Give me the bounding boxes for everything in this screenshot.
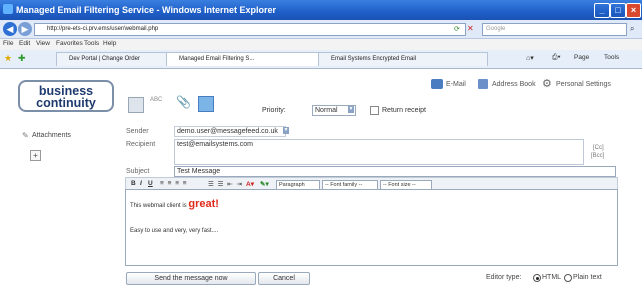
paperclip-icon[interactable]: 📎 bbox=[176, 95, 191, 109]
menu-view[interactable]: View bbox=[36, 40, 50, 47]
sender-label: Sender bbox=[126, 128, 149, 135]
priority-label: Priority: bbox=[262, 107, 286, 114]
menu-bar: File Edit View Favorites Tools Help bbox=[0, 39, 642, 50]
address-book-link[interactable]: Address Book bbox=[492, 81, 536, 88]
html-radio[interactable] bbox=[533, 274, 541, 282]
url-field[interactable]: http://pre-ets-ci.prv.ems/user/webmail.p… bbox=[34, 23, 466, 36]
window-title: Managed Email Filtering Service - Window… bbox=[16, 5, 276, 15]
chevron-down-icon[interactable]: ▼ bbox=[283, 127, 289, 134]
forward-button[interactable]: ▶ bbox=[18, 22, 32, 36]
window-titlebar: Managed Email Filtering Service - Window… bbox=[0, 0, 642, 20]
refresh-icon[interactable]: ⟳ bbox=[454, 25, 460, 33]
stop-icon[interactable]: ✕ bbox=[467, 24, 474, 33]
menu-help[interactable]: Help bbox=[103, 40, 116, 47]
close-button[interactable]: × bbox=[626, 3, 641, 18]
email-icon[interactable] bbox=[431, 79, 443, 89]
underline-button[interactable]: U bbox=[148, 180, 153, 187]
menu-file[interactable]: File bbox=[3, 40, 13, 47]
print-icon[interactable]: ⎙▾ bbox=[552, 54, 561, 62]
ie-app-icon bbox=[3, 4, 13, 14]
recipient-field[interactable]: test@emailsystems.com bbox=[174, 139, 584, 165]
spellcheck-icon[interactable]: ABC bbox=[150, 97, 162, 103]
personal-settings-link[interactable]: Personal Settings bbox=[556, 81, 611, 88]
plain-text-radio[interactable] bbox=[564, 274, 572, 282]
address-book-icon[interactable] bbox=[478, 79, 488, 89]
menu-favorites[interactable]: Favorites bbox=[56, 40, 83, 47]
address-bar: ◀ ▶ http://pre-ets-ci.prv.ems/user/webma… bbox=[0, 20, 642, 39]
search-icon[interactable]: ⌕ bbox=[630, 24, 634, 34]
business-continuity-logo: business continuity bbox=[18, 80, 114, 112]
highlight-icon[interactable]: ✎▾ bbox=[260, 180, 269, 188]
home-icon[interactable]: ⌂▾ bbox=[526, 54, 534, 62]
editor-emphasis: great! bbox=[188, 198, 219, 210]
send-button[interactable]: Send the message now bbox=[126, 272, 256, 285]
plain-text-option-label: Plain text bbox=[573, 274, 602, 281]
logo-line2: continuity bbox=[36, 96, 96, 110]
recipient-value: test@emailsystems.com bbox=[177, 141, 253, 148]
search-field[interactable]: Google bbox=[482, 23, 627, 36]
cc-link[interactable]: [Cc] bbox=[593, 145, 604, 151]
add-favorite-icon[interactable]: ✚ bbox=[18, 53, 26, 64]
sender-select[interactable]: demo.user@messagefeed.co.uk bbox=[174, 126, 286, 137]
subject-field[interactable]: Test Message bbox=[174, 166, 616, 177]
html-option-label: HTML bbox=[542, 274, 562, 281]
text-color-icon[interactable]: A▾ bbox=[246, 180, 254, 188]
attachments-label: Attachments bbox=[32, 132, 71, 139]
editor-line2: Easy to use and very, very fast.... bbox=[130, 228, 219, 234]
return-receipt-label: Return receipt bbox=[382, 107, 426, 114]
chevron-down-icon[interactable]: ▼ bbox=[348, 106, 354, 113]
alignment-icons[interactable]: ≡ ≡ ≡ ≡ bbox=[160, 180, 188, 187]
back-button[interactable]: ◀ bbox=[3, 22, 17, 36]
gear-icon[interactable]: ⚙ bbox=[542, 77, 552, 90]
bcc-link[interactable]: [Bcc] bbox=[591, 153, 604, 159]
editor-type-label: Editor type: bbox=[486, 274, 522, 281]
cancel-button[interactable]: Cancel bbox=[258, 272, 310, 285]
maximize-button[interactable]: □ bbox=[610, 3, 626, 18]
menu-edit[interactable]: Edit bbox=[19, 40, 30, 47]
tools-menu[interactable]: Tools bbox=[604, 54, 619, 61]
tab-dev-portal[interactable]: Dev Portal | Change Order bbox=[56, 52, 176, 66]
recipient-label: Recipient bbox=[126, 141, 156, 148]
favorites-star-icon[interactable]: ★ bbox=[4, 53, 12, 64]
menu-tools[interactable]: Tools bbox=[84, 40, 99, 47]
list-icons[interactable]: ☰ ☰ ⇤ ⇥ bbox=[208, 180, 243, 188]
attachment-clip-icon: ✎ bbox=[22, 131, 29, 140]
save-draft-icon[interactable] bbox=[128, 97, 144, 113]
italic-button[interactable]: I bbox=[140, 180, 142, 187]
tab-bar: ★ ✚ Dev Portal | Change Order Managed Em… bbox=[0, 50, 642, 69]
editor-line1-text: This webmail client is bbox=[130, 203, 189, 209]
add-attachment-button[interactable]: + bbox=[30, 150, 41, 161]
page-menu[interactable]: Page bbox=[574, 54, 589, 61]
message-editor[interactable]: This webmail client is great! Easy to us… bbox=[125, 189, 618, 266]
subject-label: Subject bbox=[126, 168, 150, 175]
address-lookup-icon[interactable] bbox=[198, 96, 214, 112]
return-receipt-checkbox[interactable] bbox=[370, 106, 379, 115]
editor-line1: This webmail client is great! bbox=[130, 198, 219, 210]
tab-managed-email[interactable]: Managed Email Filtering S... bbox=[166, 52, 328, 66]
bold-button[interactable]: B bbox=[131, 180, 136, 187]
tab-email-systems[interactable]: Email Systems Encrypted Email bbox=[318, 52, 488, 66]
minimize-button[interactable]: _ bbox=[594, 3, 610, 18]
email-link[interactable]: E-Mail bbox=[446, 81, 466, 88]
